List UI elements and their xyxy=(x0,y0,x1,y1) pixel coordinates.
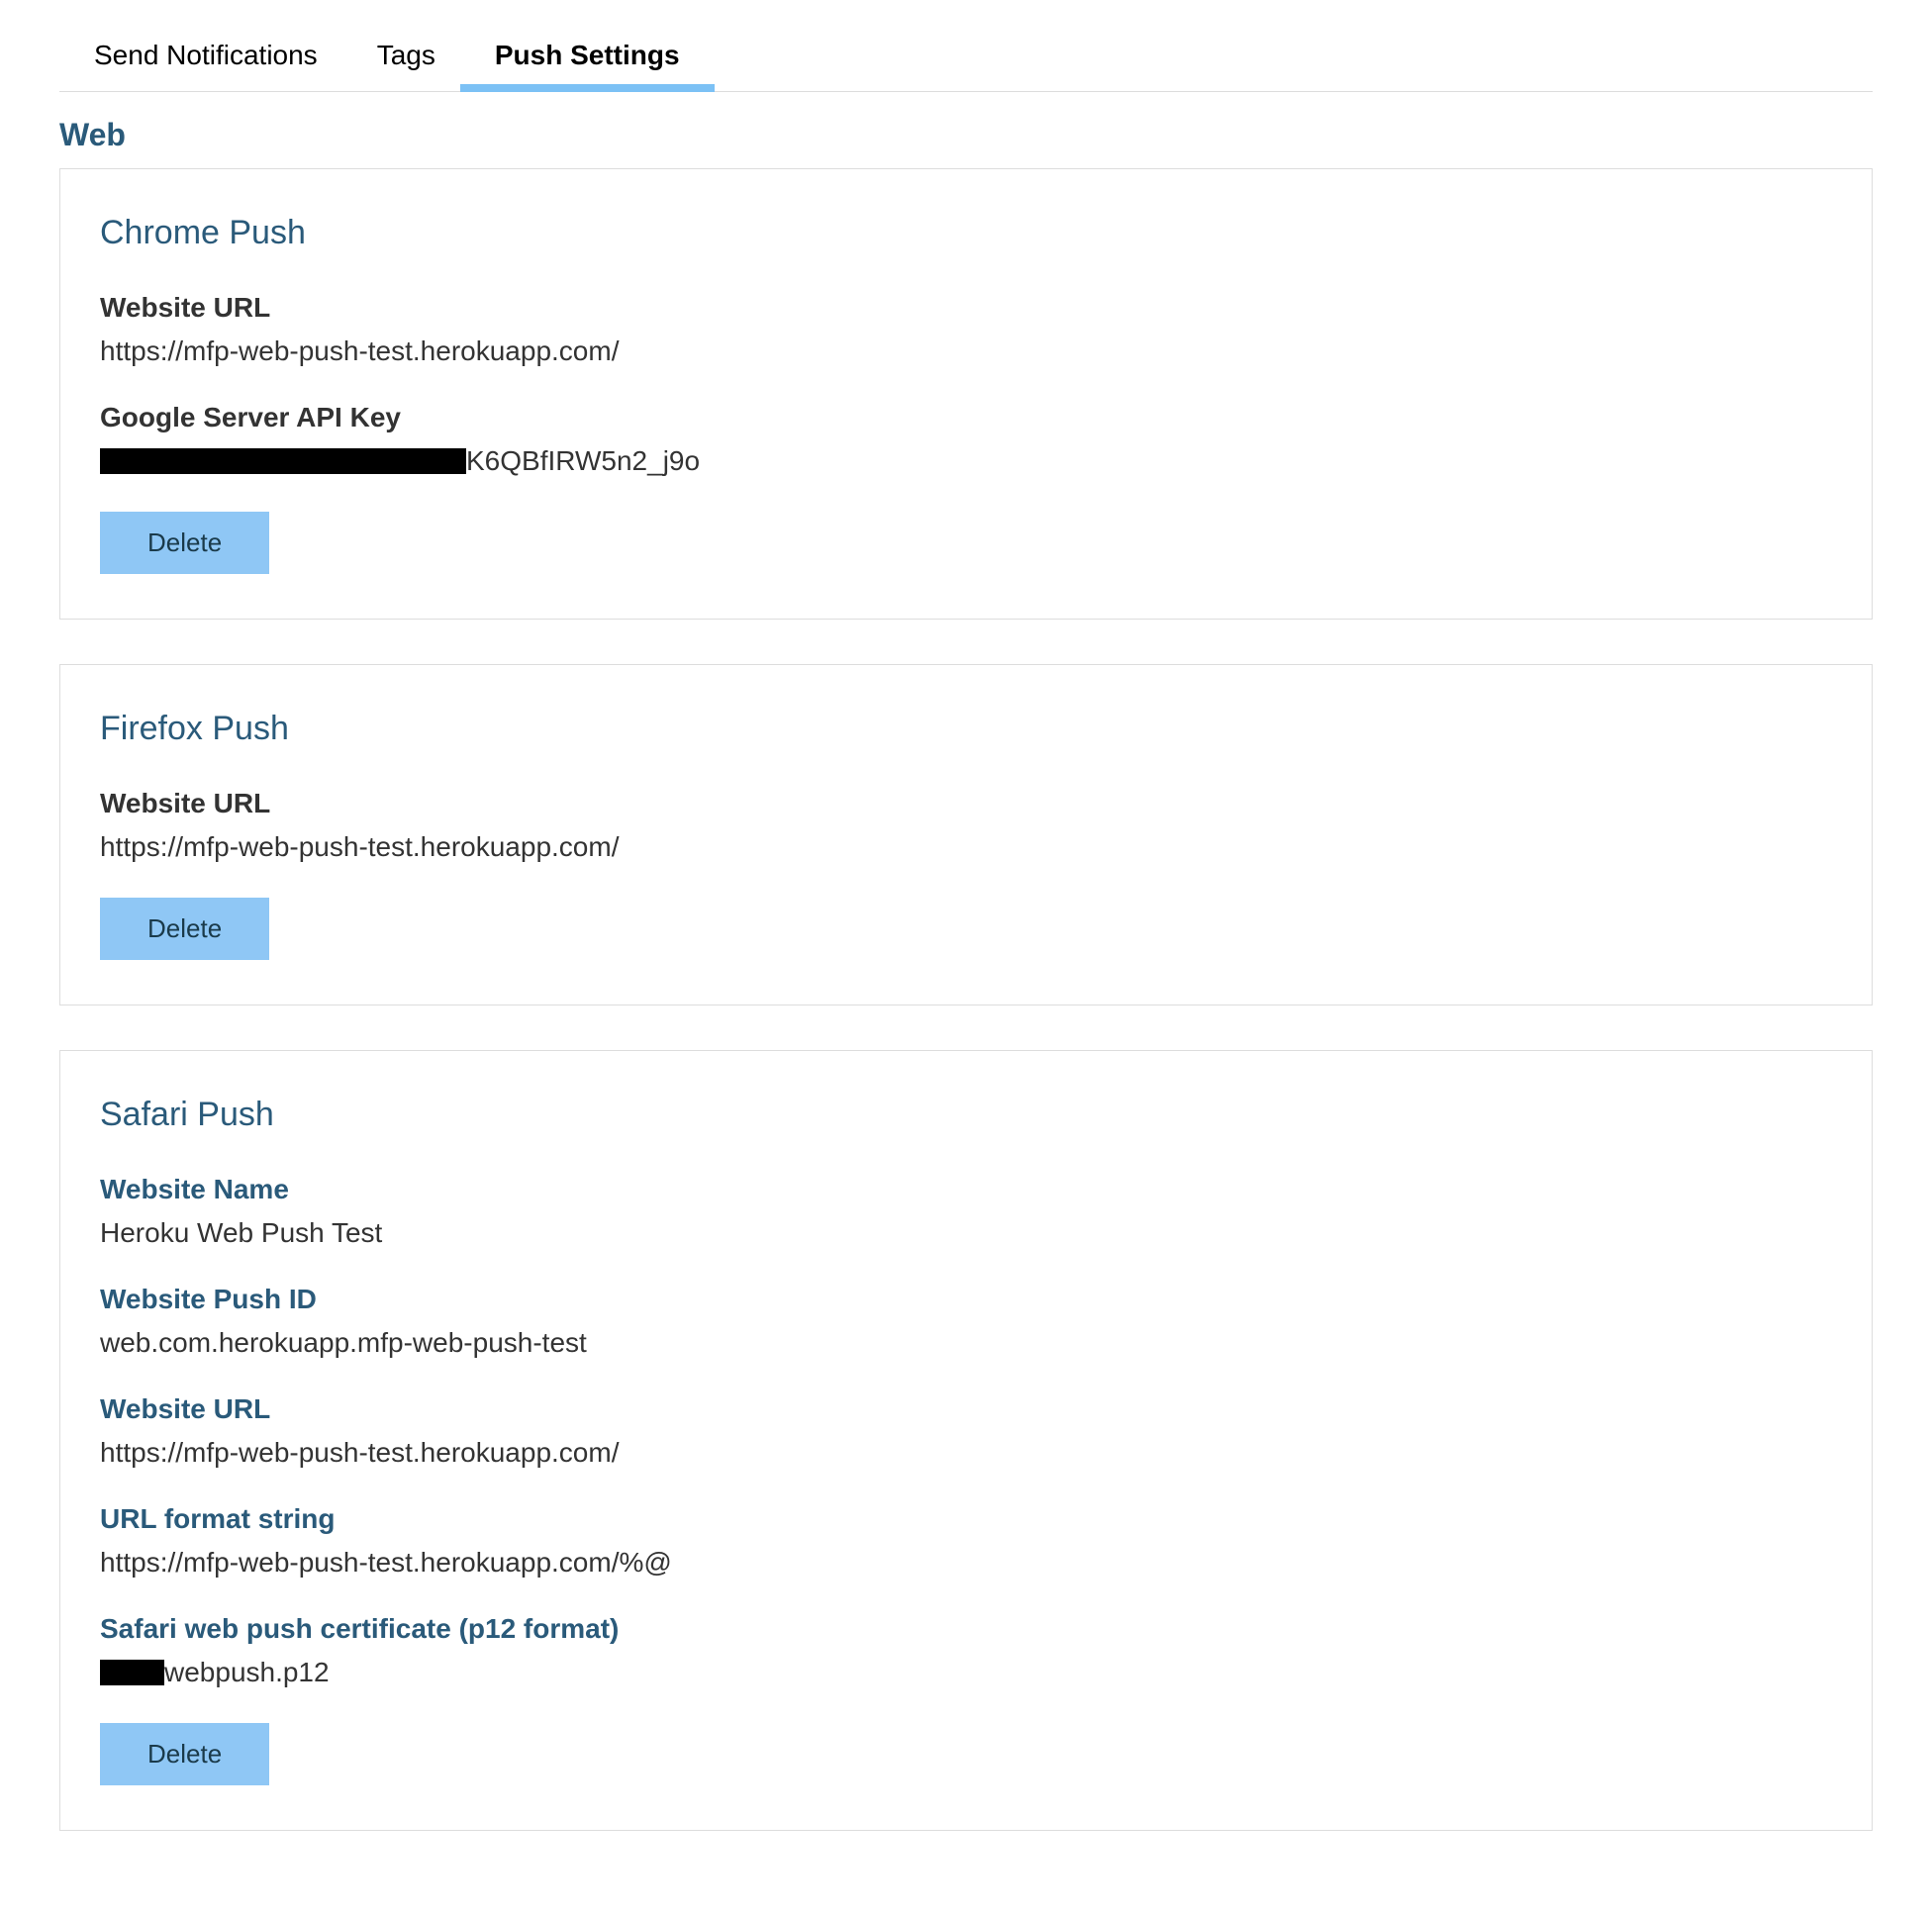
safari-website-name-value: Heroku Web Push Test xyxy=(100,1217,1832,1249)
safari-website-url-label: Website URL xyxy=(100,1393,1832,1425)
chrome-api-key-label: Google Server API Key xyxy=(100,402,1832,433)
safari-push-card: Safari Push Website Name Heroku Web Push… xyxy=(59,1050,1873,1831)
redacted-block xyxy=(100,1660,164,1685)
tabs-bar: Send Notifications Tags Push Settings xyxy=(59,40,1873,92)
firefox-delete-button[interactable]: Delete xyxy=(100,898,269,960)
firefox-website-url-label: Website URL xyxy=(100,788,1832,819)
chrome-api-key-suffix: K6QBfIRW5n2_j9o xyxy=(466,445,700,477)
safari-push-title: Safari Push xyxy=(100,1096,1832,1134)
chrome-website-url-label: Website URL xyxy=(100,292,1832,324)
tab-tags[interactable]: Tags xyxy=(377,40,435,91)
section-web-header: Web xyxy=(59,117,1873,153)
chrome-api-key-value: K6QBfIRW5n2_j9o xyxy=(100,445,1832,477)
safari-url-format-label: URL format string xyxy=(100,1503,1832,1535)
tab-send-notifications[interactable]: Send Notifications xyxy=(94,40,318,91)
safari-website-push-id-label: Website Push ID xyxy=(100,1284,1832,1315)
firefox-push-title: Firefox Push xyxy=(100,710,1832,748)
chrome-website-url-value: https://mfp-web-push-test.herokuapp.com/ xyxy=(100,335,1832,367)
chrome-push-card: Chrome Push Website URL https://mfp-web-… xyxy=(59,168,1873,620)
safari-url-format-value: https://mfp-web-push-test.herokuapp.com/… xyxy=(100,1547,1832,1579)
safari-delete553-button[interactable]: Delete xyxy=(100,1723,269,1785)
safari-website-name-label: Website Name xyxy=(100,1174,1832,1205)
safari-cert-suffix: webpush.p12 xyxy=(164,1657,330,1688)
safari-cert-label: Safari web push certificate (p12 format) xyxy=(100,1613,1832,1645)
redacted-block xyxy=(100,448,466,474)
firefox-website-url-value: https://mfp-web-push-test.herokuapp.com/ xyxy=(100,831,1832,863)
safari-website-push-id-value: web.com.herokuapp.mfp-web-push-test xyxy=(100,1327,1832,1359)
firefox-push-card: Firefox Push Website URL https://mfp-web… xyxy=(59,664,1873,1005)
safari-cert-value: webpush.p12 xyxy=(100,1657,1832,1688)
tab-push-settings[interactable]: Push Settings xyxy=(495,40,680,91)
chrome-delete-button[interactable]: Delete xyxy=(100,512,269,574)
safari-website-url-value: https://mfp-web-push-test.herokuapp.com/ xyxy=(100,1437,1832,1469)
chrome-push-title: Chrome Push xyxy=(100,214,1832,252)
